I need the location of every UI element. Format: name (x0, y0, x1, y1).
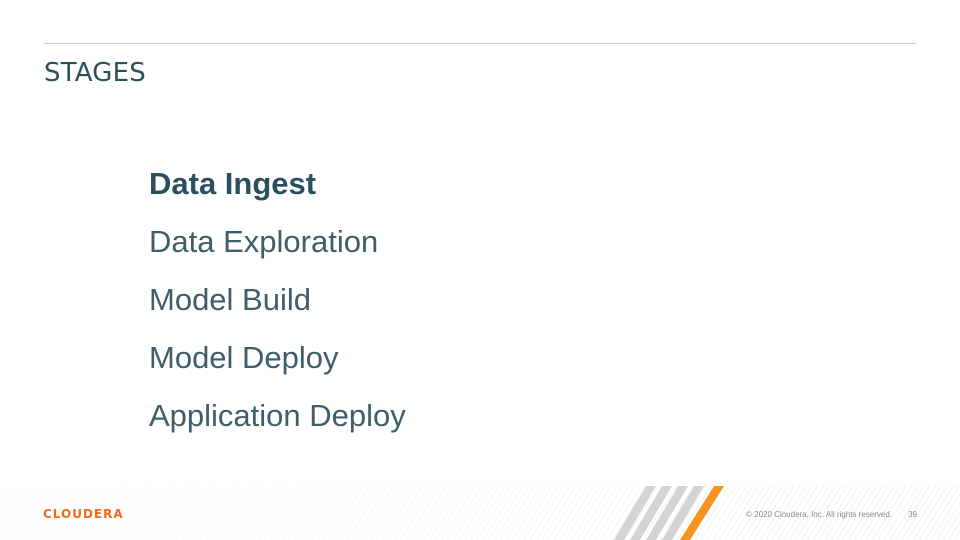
page-number: 39 (908, 510, 917, 519)
stage-item-application-deploy: Application Deploy (149, 398, 406, 433)
slide-title: STAGES (44, 58, 146, 88)
diagonal-stripes-graphic (614, 486, 724, 540)
cloudera-logo: CLOUDERA (43, 507, 124, 521)
stage-item-model-build: Model Build (149, 282, 311, 317)
stage-item-model-deploy: Model Deploy (149, 340, 339, 375)
stage-item-data-ingest: Data Ingest (149, 166, 317, 201)
top-divider (44, 43, 916, 44)
slide: STAGES Data Ingest Data Exploration Mode… (0, 0, 960, 540)
copyright-text: © 2020 Cloudera, Inc. All rights reserve… (746, 510, 892, 519)
stage-list: Data Ingest Data Exploration Model Build… (149, 162, 406, 452)
stage-item-data-exploration: Data Exploration (149, 224, 379, 259)
